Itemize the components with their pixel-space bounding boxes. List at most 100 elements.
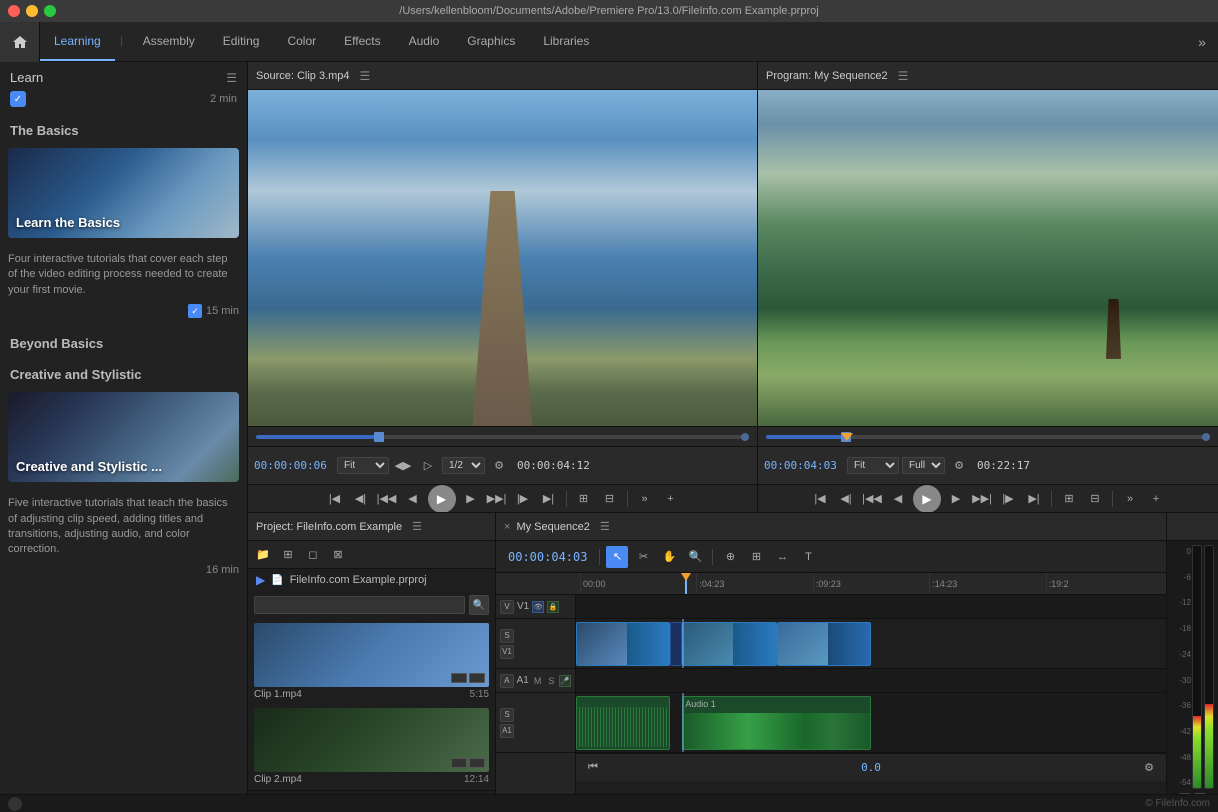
a1-sync[interactable]: S <box>500 708 514 722</box>
v1-sync[interactable]: S <box>500 629 514 643</box>
program-add[interactable]: + <box>1145 488 1167 510</box>
track-toggle-a1[interactable]: A <box>500 674 514 688</box>
video-clip-1[interactable] <box>576 622 670 666</box>
track-playhead-a1 <box>682 693 684 752</box>
project-icon-view[interactable]: ◻ <box>302 544 324 566</box>
source-ctrl-2[interactable]: ▷ <box>417 455 439 477</box>
tab-color[interactable]: Color <box>273 22 330 61</box>
tab-effects[interactable]: Effects <box>330 22 394 61</box>
video-clip-4[interactable] <box>777 622 871 666</box>
program-step-fwd[interactable]: ▶ <box>945 488 967 510</box>
program-prev-edit[interactable]: ◀| <box>835 488 857 510</box>
tl-to-start[interactable]: ⏮ <box>582 757 604 779</box>
tutorial-card-learn-basics[interactable]: Learn the Basics <box>8 148 239 238</box>
source-insert[interactable]: ⊞ <box>573 488 595 510</box>
project-search-input[interactable] <box>254 596 465 614</box>
sidebar-menu-icon[interactable]: ☰ <box>226 71 237 85</box>
program-step-back[interactable]: ◀ <box>887 488 909 510</box>
program-fit-select[interactable]: Fit 25% 50% 75% 100% <box>847 457 899 474</box>
audio-clip-2[interactable]: Audio 1 <box>682 696 871 750</box>
project-search-button[interactable]: 🔍 <box>469 595 489 615</box>
source-to-out[interactable]: ▶| <box>538 488 560 510</box>
tool-roll[interactable]: ⊞ <box>745 546 767 568</box>
source-fraction-select[interactable]: 1/2 1/4 Full <box>442 457 485 474</box>
status-btn-1[interactable] <box>8 797 22 811</box>
clip-item-2[interactable]: Clip 2.mp4 12:14 <box>248 704 495 789</box>
video-clip-3[interactable]: Video 1 <box>682 622 776 666</box>
tutorial-card-creative[interactable]: Creative and Stylistic ... <box>8 392 239 482</box>
audio-clip-1[interactable] <box>576 696 670 750</box>
a1-target[interactable]: A1 <box>500 724 514 738</box>
tool-razor[interactable]: ✂ <box>632 546 654 568</box>
source-overwrite[interactable]: ⊟ <box>599 488 621 510</box>
more-button[interactable]: » <box>1186 22 1218 62</box>
project-file-item[interactable]: ▶ 📄 FileInfo.com Example.prproj <box>248 569 495 591</box>
source-step-back[interactable]: ◀ <box>402 488 424 510</box>
sep <box>566 491 567 507</box>
timeline-panel-menu[interactable]: ☰ <box>600 520 610 533</box>
tool-ripple[interactable]: ⊕ <box>719 546 741 568</box>
source-next-edit[interactable]: |▶ <box>512 488 534 510</box>
tab-editing[interactable]: Editing <box>209 22 274 61</box>
program-back-5[interactable]: |◀◀ <box>861 488 883 510</box>
source-scrubber[interactable] <box>248 426 757 446</box>
source-play[interactable]: ▶ <box>428 485 456 513</box>
tool-text[interactable]: T <box>797 546 819 568</box>
source-scrub-handle[interactable] <box>374 432 384 442</box>
track-a1-mic[interactable]: 🎤 <box>559 675 571 687</box>
program-scrub-end[interactable] <box>1202 433 1210 441</box>
sidebar-panel: Learn ☰ ✓ 2 min The Basics Learn the Bas… <box>0 62 248 812</box>
tab-audio[interactable]: Audio <box>395 22 454 61</box>
home-button[interactable] <box>0 22 40 62</box>
project-new-bin[interactable]: 📁 <box>252 544 274 566</box>
program-next-edit[interactable]: |▶ <box>997 488 1019 510</box>
source-scrub-end[interactable] <box>741 433 749 441</box>
track-v1-eye[interactable]: 👁 <box>532 601 544 613</box>
project-list-view[interactable]: ⊞ <box>277 544 299 566</box>
tab-learning[interactable]: Learning <box>40 22 115 61</box>
tab-graphics[interactable]: Graphics <box>453 22 529 61</box>
minimize-button[interactable] <box>26 5 38 17</box>
v1-target[interactable]: V1 <box>500 645 514 659</box>
program-to-out[interactable]: ▶| <box>1023 488 1045 510</box>
source-fit-select[interactable]: Fit 25% 50% 75% 100% <box>337 457 389 474</box>
source-more[interactable]: » <box>634 488 656 510</box>
tool-hand[interactable]: ✋ <box>658 546 680 568</box>
program-more[interactable]: » <box>1119 488 1141 510</box>
tool-slip[interactable]: ↔ <box>771 546 793 568</box>
source-to-in[interactable]: |◀ <box>324 488 346 510</box>
track-toggle-v1[interactable]: V <box>500 600 514 614</box>
maximize-button[interactable] <box>44 5 56 17</box>
source-settings[interactable]: ⚙ <box>488 455 510 477</box>
audio-meter-content: 0 -6 -12 -18 -24 -30 -36 -42 -48 -54 <box>1167 541 1218 812</box>
program-extract[interactable]: ⊟ <box>1084 488 1106 510</box>
program-settings[interactable]: ⚙ <box>948 455 970 477</box>
program-play[interactable]: ▶ <box>913 485 941 513</box>
tab-assembly[interactable]: Assembly <box>129 22 209 61</box>
program-to-in[interactable]: |◀ <box>809 488 831 510</box>
program-monitor-menu[interactable]: ☰ <box>898 69 909 83</box>
source-ctrl-1[interactable]: ◀▶ <box>392 455 414 477</box>
tool-zoom[interactable]: 🔍 <box>684 546 706 568</box>
tl-settings[interactable]: ⚙ <box>1138 757 1160 779</box>
project-panel-menu[interactable]: ☰ <box>412 520 422 533</box>
close-button[interactable] <box>8 5 20 17</box>
source-fwd-5[interactable]: ▶▶| <box>486 488 508 510</box>
program-lift[interactable]: ⊞ <box>1058 488 1080 510</box>
source-back-5[interactable]: |◀◀ <box>376 488 398 510</box>
tool-selection[interactable]: ↖ <box>606 546 628 568</box>
program-quality-select[interactable]: Full 1/2 1/4 <box>902 457 945 474</box>
source-prev-edit[interactable]: ◀| <box>350 488 372 510</box>
track-v1-lock[interactable]: 🔒 <box>547 601 559 613</box>
source-step-fwd[interactable]: ▶ <box>460 488 482 510</box>
project-freeform[interactable]: ⊠ <box>327 544 349 566</box>
clip-item-1[interactable]: Clip 1.mp4 5:15 <box>248 619 495 704</box>
track-row-v1: Video 1 <box>576 619 1166 669</box>
program-scrubber[interactable] <box>758 426 1218 446</box>
source-add[interactable]: + <box>660 488 682 510</box>
tab-libraries[interactable]: Libraries <box>529 22 603 61</box>
source-monitor-menu[interactable]: ☰ <box>360 69 371 83</box>
video-clip-2[interactable] <box>670 622 682 666</box>
program-fwd-5[interactable]: ▶▶| <box>971 488 993 510</box>
timeline-panel-close[interactable]: × <box>504 521 510 533</box>
